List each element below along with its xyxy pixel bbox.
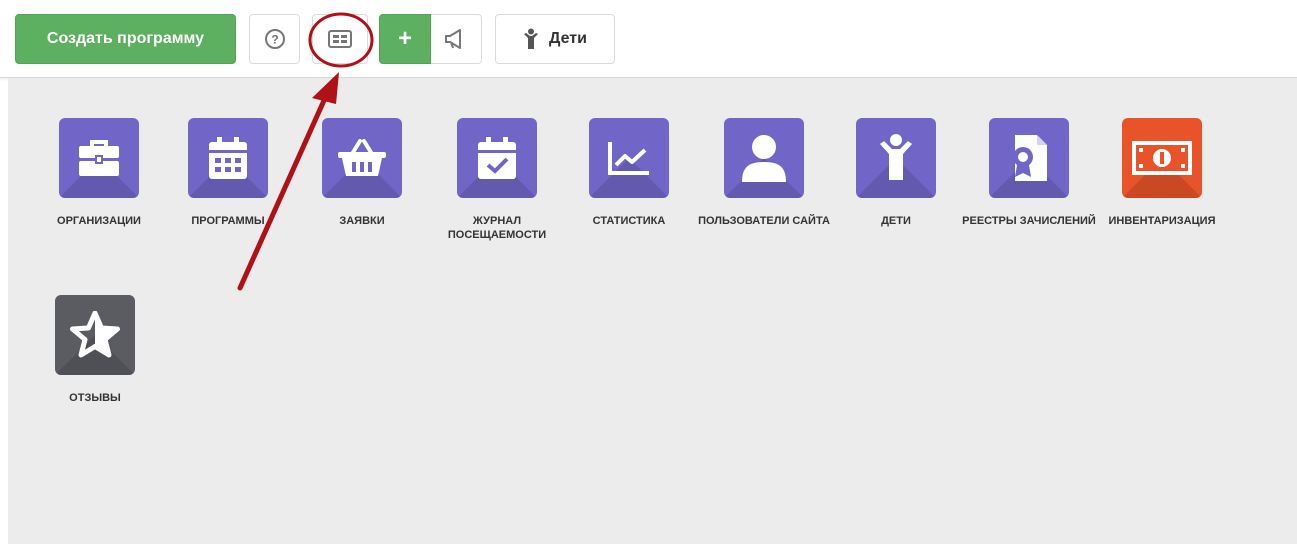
tile-reviews[interactable]: ОТЗЫВЫ [25,295,165,405]
tile-inventory[interactable]: ИНВЕНТАРИЗАЦИЯ [1092,118,1232,228]
tile-icon-box [1122,118,1202,198]
tile-enrollment-registries[interactable]: РЕЕСТРЫ ЗАЧИСЛЕНИЙ [959,118,1099,228]
tile-statistics[interactable]: СТАТИСТИКА [559,118,699,228]
calendar-check-icon [478,137,516,179]
announce-button[interactable] [431,14,482,64]
tile-label: ДЕТИ [881,215,911,227]
top-toolbar: Создать программу ? + Дети [0,0,1297,78]
briefcase-icon [79,140,119,176]
question-icon: ? [264,29,285,49]
child-icon [524,28,539,49]
tile-label: ЖУРНАЛ ПОСЕЩАЕМОСТИ [447,215,547,241]
megaphone-icon [445,29,461,49]
tile-site-users[interactable]: ПОЛЬЗОВАТЕЛИ САЙТА [694,118,834,228]
tile-label: ПОЛЬЗОВАТЕЛИ САЙТА [698,215,830,227]
add-button[interactable]: + [379,14,431,64]
tile-attendance-journal[interactable]: ЖУРНАЛ ПОСЕЩАЕМОСТИ [427,118,567,242]
chart-icon [608,142,649,175]
kids-button-label: Дети [549,30,587,47]
tile-icon-box [589,118,669,198]
tile-icon-box [856,118,936,198]
tile-label: ИНВЕНТАРИЗАЦИЯ [1108,215,1216,227]
tile-icon-box [55,295,135,375]
tile-icon-box [457,118,537,198]
tile-label: ОТЗЫВЫ [69,392,121,404]
tile-icon-box [188,118,268,198]
card-icon [328,30,352,48]
catalog-button[interactable] [312,14,368,64]
tile-label: РЕЕСТРЫ ЗАЧИСЛЕНИЙ [962,215,1096,227]
tile-children[interactable]: ДЕТИ [826,118,966,228]
create-program-button[interactable]: Создать программу [15,14,236,64]
money-icon [1132,141,1192,175]
help-button[interactable]: ? [249,14,300,64]
basket-icon [338,139,386,176]
tile-label: ОРГАНИЗАЦИИ [57,215,141,227]
svg-text:?: ? [271,33,278,47]
tile-label: СТАТИСТИКА [592,215,666,227]
dashboard-grid: ОРГАНИЗАЦИИ ПРОГРАММЫ ЗАЯВКИ ЖУРНАЛ ПОСЕ… [8,78,1297,544]
add-button-group: + [379,14,482,64]
user-icon [742,135,786,182]
kids-button[interactable]: Дети [495,14,615,64]
tile-label: ЗАЯВКИ [339,215,385,227]
tile-icon-box [322,118,402,198]
star-icon [70,311,120,358]
calendar-icon [209,137,247,179]
certificate-icon [1013,135,1047,181]
tile-label: ПРОГРАММЫ [191,215,265,227]
tile-programs[interactable]: ПРОГРАММЫ [158,118,298,228]
tile-applications[interactable]: ЗАЯВКИ [292,118,432,228]
tile-icon-box [989,118,1069,198]
tile-icon-box [724,118,804,198]
child-icon [880,134,912,180]
tile-organizations[interactable]: ОРГАНИЗАЦИИ [29,118,169,228]
tile-icon-box [59,118,139,198]
